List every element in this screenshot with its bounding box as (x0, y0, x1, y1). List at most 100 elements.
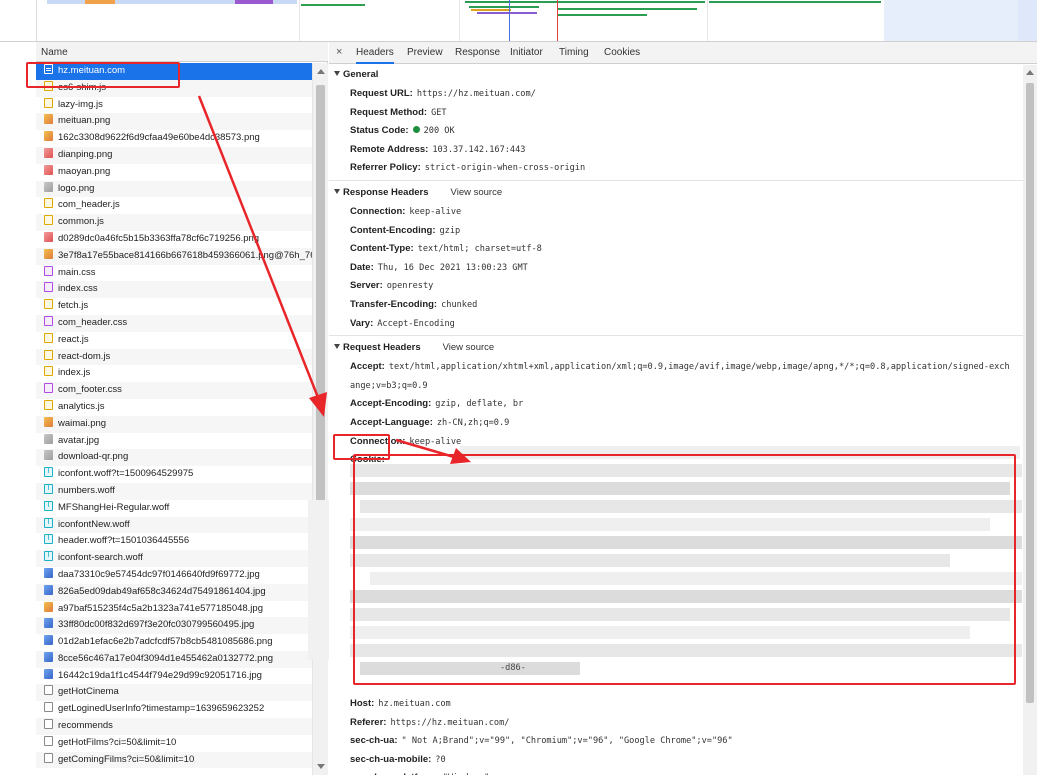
request-row[interactable]: maoyan.png (36, 164, 312, 181)
request-name: maoyan.png (58, 165, 111, 177)
scroll-up-arrow-icon[interactable] (317, 69, 325, 74)
request-row[interactable]: avatar.jpg (36, 433, 312, 450)
js-file-icon (44, 299, 53, 310)
request-row[interactable]: index.js (36, 365, 312, 382)
request-row[interactable]: waimai.png (36, 415, 312, 433)
img-file-icon (44, 181, 53, 192)
request-name: daa73310c9e57454dc97f0146640fd9f69772.jp… (58, 568, 260, 580)
request-row[interactable]: react.js (36, 332, 312, 349)
request-row[interactable]: header.woff?t=1501036445556 (36, 533, 312, 550)
request-headers-section-header[interactable]: Request Headers View source (329, 338, 1023, 358)
css-file-icon (44, 265, 53, 276)
request-row[interactable]: logo.png (36, 180, 312, 198)
img-file-icon (44, 668, 53, 679)
request-name: react-dom.js (58, 350, 111, 362)
header-row: Connection: keep-alive (329, 203, 1023, 222)
general-section-header[interactable]: General (329, 65, 1023, 85)
img-file-icon (44, 618, 53, 629)
tab-initiator[interactable]: Initiator (510, 47, 543, 58)
request-list-scrollbar[interactable] (312, 63, 328, 775)
header-value: gzip, deflate, br (435, 399, 524, 410)
status-ok-dot-icon (412, 126, 420, 134)
request-row[interactable]: 826a5ed09dab49af658c34624d75491861404.jp… (36, 583, 312, 601)
request-row[interactable]: analytics.js (36, 399, 312, 416)
details-scrollbar[interactable] (1023, 65, 1037, 775)
request-row[interactable]: 16442c19da1f1c4544f794e29d99c92051716.jp… (36, 668, 312, 685)
request-row[interactable]: 162c3308d9622f6d9cfaa49e60be4dc38573.png (36, 130, 312, 147)
request-row[interactable]: getHotFilms?ci=50&limit=10 (36, 735, 312, 752)
js-file-icon (44, 349, 53, 360)
view-source-link[interactable]: View source (451, 187, 503, 198)
network-waterfall-overview[interactable] (0, 0, 1037, 42)
request-list: hz.meituan.com es6-shim.js lazy-img.js meit… (36, 63, 312, 775)
request-row[interactable]: MFShangHei-Regular.woff (36, 500, 312, 517)
close-icon[interactable]: × (336, 46, 342, 58)
header-row: Server: openresty (329, 277, 1023, 296)
request-row[interactable]: fetch.js (36, 298, 312, 315)
request-row[interactable]: a97baf515235f4c5a2b1323a741e577185048.jp… (36, 601, 312, 618)
request-name: a97baf515235f4c5a2b1323a741e577185048.jp… (58, 602, 263, 614)
request-name: meituan.png (58, 115, 111, 127)
img-file-icon (44, 433, 53, 444)
request-row[interactable]: lazy-img.js (36, 97, 312, 114)
request-row[interactable]: iconfont.woff?t=1500964529975 (36, 466, 312, 483)
request-name: com_footer.css (58, 384, 122, 396)
tab-preview[interactable]: Preview (407, 47, 443, 58)
tab-cookies[interactable]: Cookies (604, 47, 640, 58)
tab-headers[interactable]: Headers (356, 47, 394, 64)
response-headers-section-header[interactable]: Response Headers View source (329, 183, 1023, 203)
request-row[interactable]: iconfont-search.woff (36, 550, 312, 567)
request-row[interactable]: numbers.woff (36, 482, 312, 500)
request-row[interactable]: react-dom.js (36, 348, 312, 366)
header-value: strict-origin-when-cross-origin (424, 163, 586, 174)
name-column-header[interactable]: Name (36, 42, 328, 62)
request-row[interactable]: getHotCinema (36, 684, 312, 702)
font-file-icon (44, 550, 53, 562)
css-file-icon (44, 383, 53, 394)
request-row[interactable]: index.css (36, 281, 312, 299)
img-file-icon (44, 635, 53, 646)
header-value: GET (431, 107, 447, 118)
request-row[interactable]: com_footer.css (36, 382, 312, 399)
tab-timing[interactable]: Timing (559, 47, 589, 58)
img-file-icon (44, 248, 53, 259)
header-row: Referer: https://hz.meituan.com/ (329, 714, 1023, 733)
request-name: common.js (58, 216, 104, 228)
header-key: Accept: (350, 361, 385, 373)
header-value: chunked (441, 299, 478, 310)
request-row[interactable]: main.css (36, 265, 312, 282)
request-row[interactable]: common.js (36, 214, 312, 231)
request-row[interactable]: com_header.css (36, 314, 312, 332)
header-value: openresty (386, 281, 434, 292)
request-row[interactable]: meituan.png (36, 113, 312, 131)
request-row[interactable]: recommends (36, 718, 312, 735)
request-row[interactable]: com_header.js (36, 197, 312, 214)
request-row[interactable]: dianping.png (36, 146, 312, 164)
tab-response[interactable]: Response (455, 47, 500, 58)
request-row[interactable]: daa73310c9e57454dc97f0146640fd9f69772.jp… (36, 567, 312, 584)
request-name: getLoginedUserInfo?timestamp=16396596232… (58, 703, 265, 715)
request-name: dianping.png (58, 148, 113, 160)
request-row[interactable]: 33ff80dc00f832d697f3e20fc030799560495.jp… (36, 617, 312, 635)
img-file-icon (44, 450, 53, 461)
section-title: Request Headers (343, 342, 421, 354)
scroll-up-arrow-icon[interactable] (1026, 70, 1034, 75)
scroll-thumb[interactable] (316, 85, 325, 505)
request-row[interactable]: d0289dc0a46fc5b15b3363ffa78cf6c719256.pn… (36, 231, 312, 248)
request-row[interactable]: download-qr.png (36, 449, 312, 467)
request-row[interactable]: iconfontNew.woff (36, 516, 312, 534)
header-value: 200 OK (423, 126, 455, 137)
request-name: index.js (58, 367, 91, 379)
details-tabbar: × Headers Preview Response Initiator Tim… (329, 42, 1037, 64)
scroll-down-arrow-icon[interactable] (317, 764, 325, 769)
scroll-thumb[interactable] (1026, 83, 1034, 703)
request-row[interactable]: 8cce56c467a17e04f3094d1e455462a0132772.p… (36, 650, 312, 668)
header-row: Host: hz.meituan.com (329, 695, 1023, 714)
header-key: Accept-Encoding: (350, 398, 432, 410)
request-row[interactable]: getComingFilms?ci=50&limit=10 (36, 751, 312, 769)
view-source-link[interactable]: View source (443, 342, 495, 353)
expand-triangle-icon (334, 71, 340, 76)
request-row[interactable]: getLoginedUserInfo?timestamp=16396596232… (36, 701, 312, 718)
request-row[interactable]: 01d2ab1efac6e2b7adcfcdf57b8cb5481085686.… (36, 634, 312, 651)
request-row[interactable]: 3e7f8a17e55bace814166b667618b459366061.p… (36, 247, 312, 265)
